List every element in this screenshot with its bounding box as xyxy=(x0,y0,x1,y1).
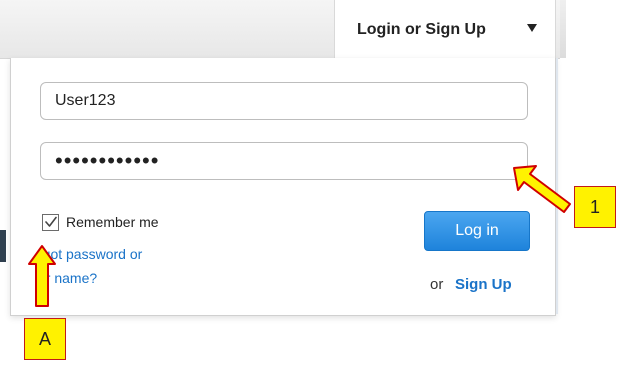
login-menu-button[interactable]: Login or Sign Up xyxy=(334,0,556,60)
caret-down-icon xyxy=(527,24,537,32)
or-text: or xyxy=(430,276,444,293)
remember-me-checkbox[interactable] xyxy=(42,214,59,231)
password-input[interactable] xyxy=(40,142,528,180)
arrow-up-icon xyxy=(28,245,56,307)
header-edge-shade xyxy=(560,0,566,58)
arrow-left-up-icon xyxy=(513,165,571,213)
sign-up-link[interactable]: Sign Up xyxy=(455,276,512,293)
annotation-callout-a: A xyxy=(24,318,66,360)
username-input[interactable] xyxy=(40,82,528,120)
check-mark-icon xyxy=(45,216,57,227)
annotation-callout-1: 1 xyxy=(574,186,616,228)
background-strip-left xyxy=(0,230,6,262)
login-menu-label: Login or Sign Up xyxy=(357,21,486,38)
remember-me-label: Remember me xyxy=(66,214,159,230)
